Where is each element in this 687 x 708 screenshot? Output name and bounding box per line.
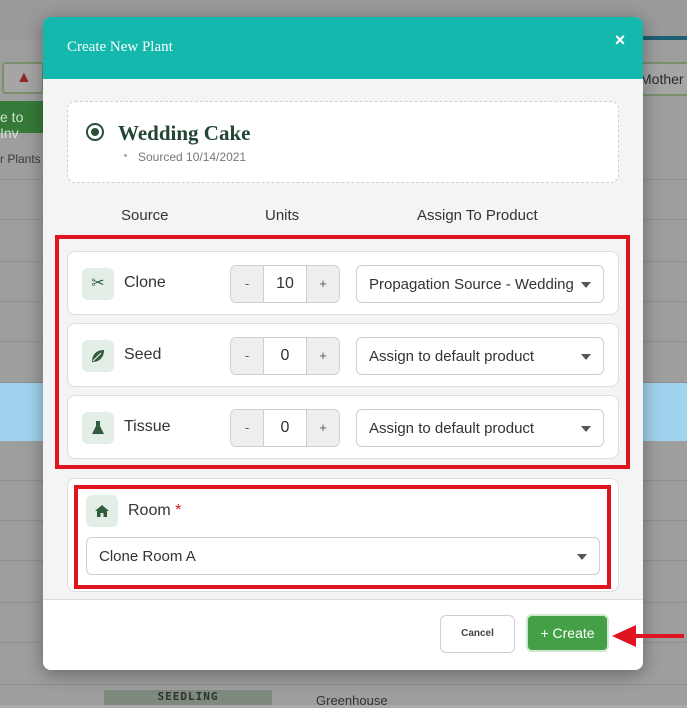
units-input[interactable]: 0 xyxy=(264,410,306,446)
modal-title: Create New Plant xyxy=(67,39,173,55)
decrement-button[interactable]: - xyxy=(231,266,264,302)
column-header-units: Units xyxy=(265,207,300,224)
home-icon-glyph xyxy=(95,505,109,517)
column-header-assign: Assign To Product xyxy=(417,207,538,224)
sourced-date: Sourced 10/14/2021 xyxy=(138,150,247,164)
units-stepper: - 0 + xyxy=(230,409,340,447)
leaf-icon-glyph xyxy=(92,350,104,362)
source-label: Clone xyxy=(124,274,166,291)
create-plant-modal: Create New Plant × Wedding Cake Sourced … xyxy=(43,17,643,670)
background-seedling-tag: SEEDLING xyxy=(104,690,272,705)
room-label-text: Room xyxy=(128,502,171,519)
warning-icon: ▲ xyxy=(16,69,32,86)
chevron-down-icon xyxy=(577,554,587,560)
flask-icon-glyph xyxy=(92,421,104,434)
room-select[interactable]: Clone Room A xyxy=(86,537,600,575)
cancel-button[interactable]: Cancel xyxy=(440,615,515,653)
scissors-icon: ✂ xyxy=(82,268,114,300)
create-button[interactable]: + Create xyxy=(528,616,607,650)
room-select-value: Clone Room A xyxy=(99,548,196,565)
product-select[interactable]: Propagation Source - Wedding Cake xyxy=(356,265,604,303)
background-selected-row-edge xyxy=(642,383,687,441)
decrement-button[interactable]: - xyxy=(231,410,264,446)
background-location: Greenhouse xyxy=(316,693,388,708)
increment-button[interactable]: + xyxy=(306,338,339,374)
background-selected-row-edge xyxy=(0,383,44,441)
required-marker: * xyxy=(175,502,182,519)
chevron-down-icon xyxy=(581,282,591,288)
units-stepper: - 0 + xyxy=(230,337,340,375)
product-select[interactable]: Assign to default product xyxy=(356,337,604,375)
chevron-down-icon xyxy=(581,354,591,360)
source-label: Seed xyxy=(124,346,162,363)
units-input[interactable]: 0 xyxy=(264,338,306,374)
background-action-label: e to Inv xyxy=(0,109,24,141)
source-label: Tissue xyxy=(124,418,171,435)
units-stepper: - 10 + xyxy=(230,265,340,303)
product-select[interactable]: Assign to default product xyxy=(356,409,604,447)
background-action-button: e to Inv xyxy=(0,101,44,141)
source-row-seed: Seed - 0 + Assign to default product xyxy=(67,323,619,387)
source-row-tissue: Tissue - 0 + Assign to default product xyxy=(67,395,619,459)
plant-summary-card: Wedding Cake Sourced 10/14/2021 xyxy=(67,101,619,183)
chevron-down-icon xyxy=(581,426,591,432)
background-alert: ▲ xyxy=(2,62,44,94)
plant-name: Wedding Cake xyxy=(118,121,251,145)
modal-footer: Cancel + Create xyxy=(43,600,643,670)
column-header-source: Source xyxy=(121,207,169,224)
leaf-icon xyxy=(82,340,114,372)
increment-button[interactable]: + xyxy=(306,410,339,446)
annotation-arrow-icon xyxy=(612,625,684,647)
modal-header: Create New Plant × xyxy=(43,17,643,79)
room-label: Room * xyxy=(128,502,181,520)
units-input[interactable]: 10 xyxy=(264,266,306,302)
product-select-value: Propagation Source - Wedding Cake xyxy=(369,276,575,293)
product-select-value: Assign to default product xyxy=(369,420,535,437)
close-icon[interactable]: × xyxy=(611,30,629,52)
room-card: Room * Clone Room A xyxy=(67,478,619,592)
bullet-icon xyxy=(124,154,127,157)
decrement-button[interactable]: - xyxy=(231,338,264,374)
home-icon xyxy=(86,495,118,527)
flask-icon xyxy=(82,412,114,444)
radio-selected-icon[interactable] xyxy=(86,123,104,141)
source-row-clone: ✂ Clone - 10 + Propagation Source - Wedd… xyxy=(67,251,619,315)
product-select-value: Assign to default product xyxy=(369,348,535,365)
increment-button[interactable]: + xyxy=(306,266,339,302)
